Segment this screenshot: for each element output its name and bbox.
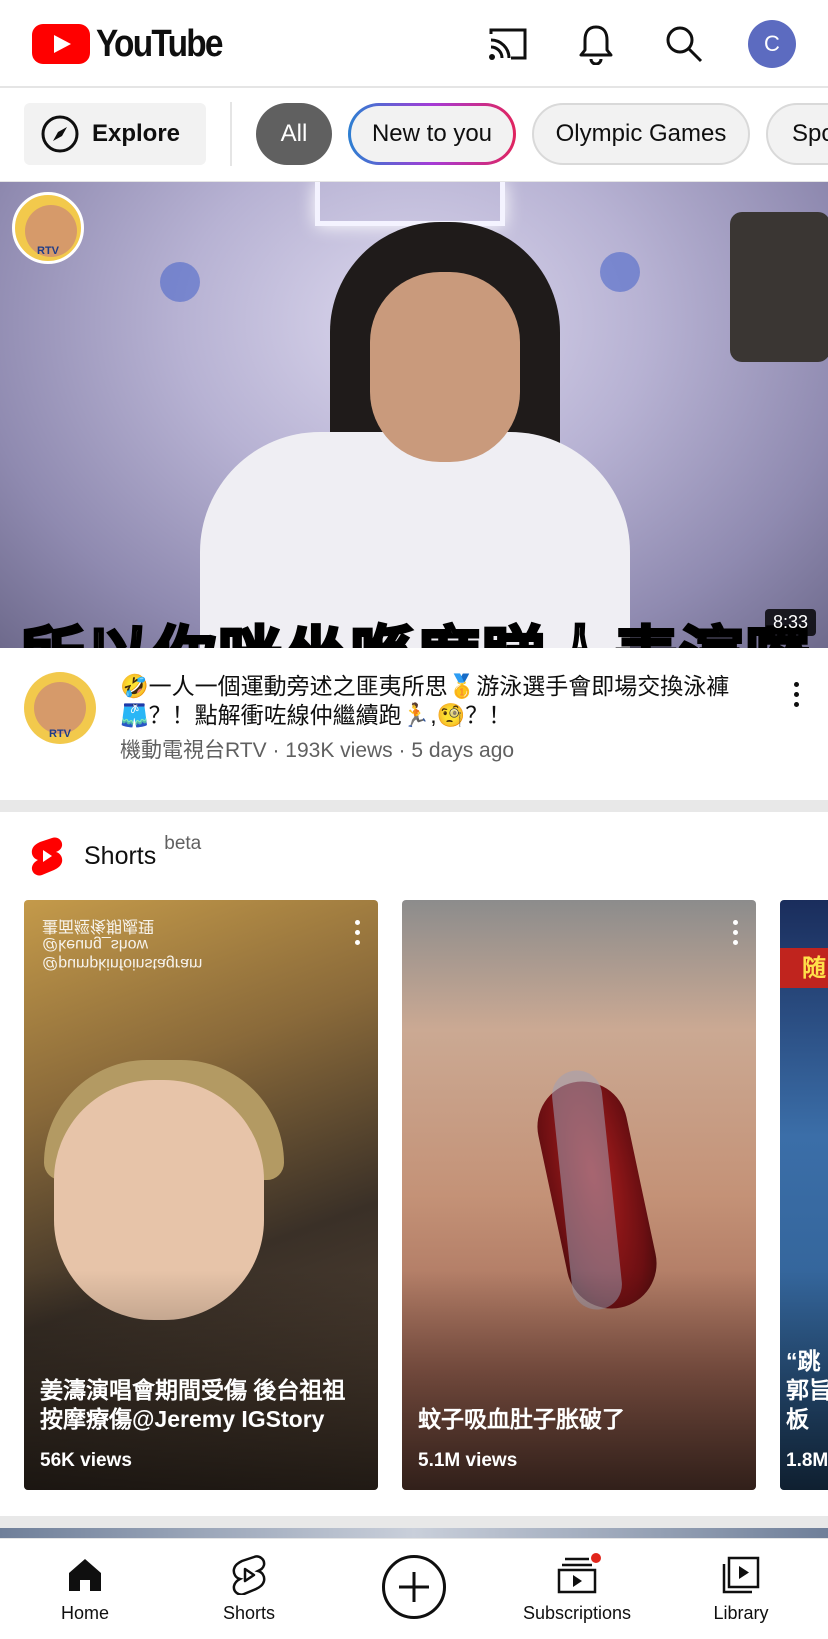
video-thumbnail[interactable]: RTV 所以你咪坐喺度睇人表演囉 8:33: [0, 182, 828, 648]
chip-divider: [230, 102, 232, 166]
short-badge: 随: [780, 948, 828, 988]
shorts-shelf-header: Shorts beta: [0, 812, 828, 900]
filter-chip-bar: Explore All New to you Olympic Games Spo: [0, 88, 828, 182]
search-icon[interactable]: [660, 20, 708, 68]
avatar-text: RTV: [49, 728, 71, 740]
create-button[interactable]: [382, 1555, 446, 1619]
short-views: 56K views: [40, 1450, 132, 1471]
short-views: 5.1M views: [418, 1450, 518, 1471]
plus-icon: [399, 1572, 429, 1602]
logo-text: YouTube: [96, 22, 224, 65]
channel-avatar[interactable]: RTV: [24, 672, 96, 744]
next-video-peek: [0, 1528, 828, 1538]
short-title: 姜濤演唱會期間受傷 後台祖祖按摩療傷@Jeremy IGStory: [40, 1377, 346, 1432]
short-watermark: @pumpkinfoinstagram @keung_show 畫面經後期處理: [42, 917, 203, 972]
nav-home[interactable]: Home: [3, 1539, 167, 1639]
account-avatar[interactable]: C: [748, 20, 796, 68]
studio-lamp: [730, 212, 828, 362]
channel-watermark: RTV: [12, 192, 84, 264]
short-title: “跳 郭旨 板: [786, 1348, 828, 1432]
short-title: 蚊子吸血肚子胀破了: [418, 1406, 625, 1432]
notification-dot: [589, 1551, 603, 1565]
more-vert-icon[interactable]: [355, 920, 360, 945]
short-card[interactable]: @pumpkinfoinstagram @keung_show 畫面經後期處理 …: [24, 900, 378, 1490]
watermark-text: RTV: [37, 245, 59, 257]
more-vert-icon[interactable]: [733, 920, 738, 945]
nav-label: Home: [60, 1603, 109, 1623]
explore-label: Explore: [92, 120, 181, 147]
shorts-icon: [227, 1553, 271, 1597]
shorts-beta-label: beta: [164, 833, 202, 854]
top-app-bar: YouTube C: [0, 0, 828, 88]
duration-badge: 8:33: [764, 609, 816, 636]
short-card[interactable]: 蚊子吸血肚子胀破了 5.1M views: [402, 900, 756, 1490]
section-divider: [0, 1516, 828, 1528]
chip-new-to-you[interactable]: New to you: [348, 103, 516, 165]
nav-library[interactable]: Library: [659, 1539, 823, 1639]
video-meta: 機動電視台RTV · 193K views · 5 days ago: [120, 739, 515, 762]
bottom-navigation: Home Shorts Subscriptions Library: [0, 1538, 828, 1639]
decor-flower: [600, 252, 640, 292]
section-divider: [0, 800, 828, 812]
person-face: [370, 272, 520, 462]
short-views: 1.8M: [786, 1450, 828, 1471]
library-icon: [719, 1553, 763, 1597]
youtube-play-icon: [32, 24, 90, 64]
video-info[interactable]: RTV 🤣一人一個運動旁述之匪夷所思🥇游泳選手會即場交換泳褲🩳？！點解衝咗線仲繼…: [0, 648, 828, 800]
explore-button[interactable]: Explore: [24, 103, 206, 165]
nav-shorts[interactable]: Shorts: [167, 1539, 331, 1639]
more-vert-icon[interactable]: [780, 674, 812, 714]
burned-subtitle: 所以你咪坐喺度睇人表演囉: [0, 602, 828, 649]
shorts-logo-icon: [31, 837, 63, 876]
bell-icon[interactable]: [572, 20, 620, 68]
neon-sign: [315, 182, 505, 226]
chip-all[interactable]: All: [256, 103, 332, 165]
nav-label: Shorts: [222, 1603, 276, 1623]
home-icon: [63, 1553, 107, 1597]
chip-olympic-games[interactable]: Olympic Games: [532, 103, 750, 165]
nav-label: Subscriptions: [522, 1603, 632, 1623]
short-card[interactable]: 随 “跳 郭旨 板 1.8M: [780, 900, 828, 1490]
youtube-logo[interactable]: YouTube: [32, 22, 239, 65]
decor-flower: [160, 262, 200, 302]
shorts-title: Shorts: [84, 841, 157, 870]
compass-icon: [41, 115, 79, 153]
chip-sports[interactable]: Spo: [766, 103, 828, 165]
video-title[interactable]: 🤣一人一個運動旁述之匪夷所思🥇游泳選手會即場交換泳褲🩳？！點解衝咗線仲繼續跑🏃,…: [120, 672, 770, 730]
nav-subscriptions[interactable]: Subscriptions: [495, 1539, 659, 1639]
nav-label: Library: [713, 1603, 769, 1623]
subscriptions-icon: [555, 1551, 603, 1597]
cast-icon[interactable]: [484, 20, 532, 68]
